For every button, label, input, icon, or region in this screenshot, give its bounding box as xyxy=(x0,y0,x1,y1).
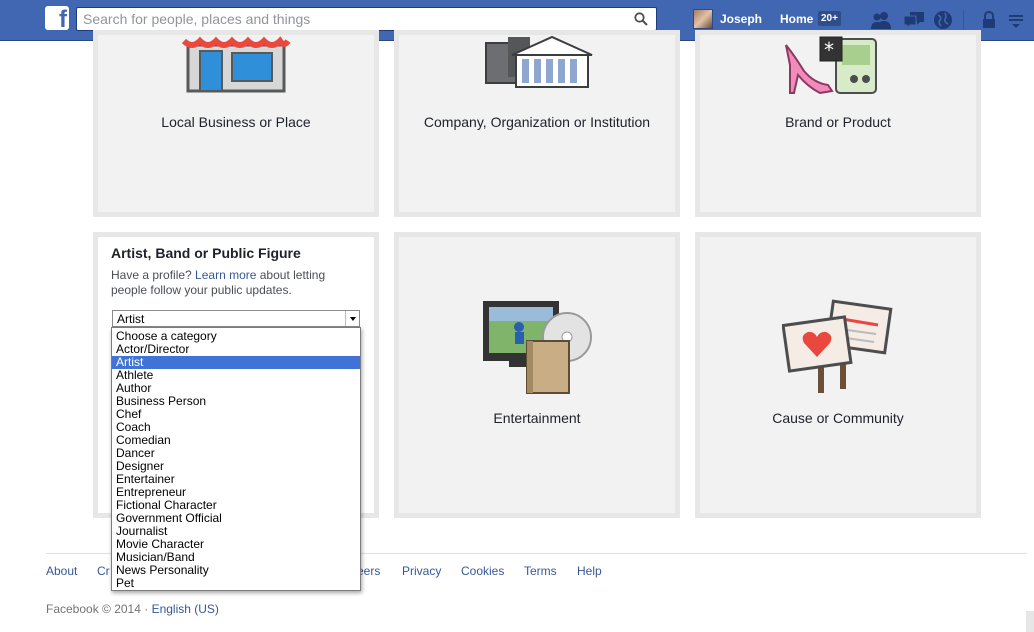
category-option[interactable]: Business Person xyxy=(112,395,360,408)
tile-label-entertainment: Entertainment xyxy=(493,410,581,426)
messages-button[interactable] xyxy=(902,10,924,30)
search-icon xyxy=(634,12,648,26)
entertainment-icon xyxy=(483,301,592,394)
facebook-logo-icon[interactable]: f xyxy=(45,6,69,32)
tile-label-brand: Brand or Product xyxy=(785,114,891,130)
footer-link-terms[interactable]: Terms xyxy=(524,564,557,578)
lock-icon xyxy=(983,10,995,28)
brand-product-icon: * xyxy=(785,36,877,95)
messages-icon xyxy=(903,12,924,30)
category-option[interactable]: Pet xyxy=(112,577,360,590)
tile-entertainment[interactable]: Entertainment xyxy=(394,232,680,518)
tile-local-business[interactable]: Local Business or Place xyxy=(93,30,379,217)
home-link[interactable]: Home xyxy=(780,12,813,26)
footer-link-cookies[interactable]: Cookies xyxy=(461,564,504,578)
category-select[interactable]: Artist xyxy=(112,310,360,327)
settings-menu-icon xyxy=(1009,15,1023,28)
footer-link-privacy[interactable]: Privacy xyxy=(402,564,441,578)
learn-more-link[interactable]: Learn more xyxy=(195,268,256,282)
globe-icon xyxy=(934,11,952,29)
tile-cause[interactable]: Cause or Community xyxy=(695,232,981,518)
storefront-icon xyxy=(181,36,291,93)
artist-tile-title: Artist, Band or Public Figure xyxy=(111,245,301,261)
category-option[interactable]: Actor/Director xyxy=(112,343,360,356)
notifications-button[interactable] xyxy=(933,10,955,30)
institution-building-icon xyxy=(485,35,593,88)
tile-label-company: Company, Organization or Institution xyxy=(423,114,651,130)
user-name: Joseph xyxy=(720,12,763,26)
search-button[interactable] xyxy=(628,8,656,30)
account-settings-button[interactable] xyxy=(1008,10,1030,30)
artist-tile-description: Have a profile? Learn more about letting… xyxy=(111,268,341,298)
avatar xyxy=(693,9,713,29)
tile-brand[interactable]: * Brand or Product xyxy=(695,30,981,217)
footer-link-create[interactable]: Cr xyxy=(97,564,110,578)
tile-label-local-business: Local Business or Place xyxy=(161,114,311,130)
friend-requests-button[interactable] xyxy=(870,10,892,30)
svg-text:*: * xyxy=(824,38,834,62)
scrollbar[interactable] xyxy=(1026,611,1034,632)
privacy-shortcuts-button[interactable] xyxy=(980,10,1002,30)
copyright: Facebook © 2014 · English (US) xyxy=(46,602,219,616)
tile-label-cause: Cause or Community xyxy=(772,410,904,426)
footer-link-help[interactable]: Help xyxy=(577,564,602,578)
language-link[interactable]: English (US) xyxy=(152,602,219,616)
copyright-text: Facebook © 2014 · xyxy=(46,602,152,616)
category-dropdown-list: Choose a category Actor/Director Artist Ath… xyxy=(111,327,361,591)
category-option[interactable]: News Personality xyxy=(112,564,360,577)
footer-link-about[interactable]: About xyxy=(46,564,77,578)
friends-icon xyxy=(871,12,891,29)
search-input[interactable] xyxy=(77,8,627,30)
home-count-badge: 20+ xyxy=(818,11,841,26)
tile-company[interactable]: Company, Organization or Institution xyxy=(394,30,680,217)
cause-signs-icon xyxy=(782,299,893,393)
category-select-value: Artist xyxy=(117,312,145,326)
description-text: Have a profile? xyxy=(111,268,196,282)
nav-divider xyxy=(963,10,964,30)
search-box xyxy=(76,7,657,31)
chevron-down-icon[interactable] xyxy=(345,311,359,326)
